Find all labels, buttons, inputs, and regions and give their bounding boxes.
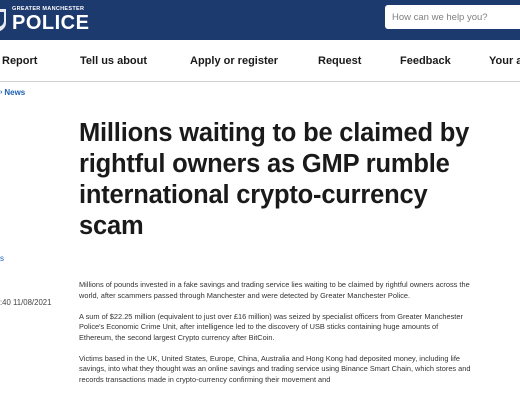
article-paragraph: Millions of pounds invested in a fake sa… (79, 280, 470, 300)
main-nav: Report Tell us about Apply or register R… (0, 40, 520, 82)
article-body: Millions of pounds invested in a fake sa… (79, 280, 474, 396)
nav-item-request[interactable]: Request (318, 55, 361, 67)
nav-item-your-area[interactable]: Your ar (489, 55, 520, 67)
page-title: Millions waiting to be claimed by rightf… (79, 119, 470, 240)
search-box[interactable] (385, 5, 520, 29)
nav-item-report[interactable]: Report (2, 55, 37, 67)
site-header: GREATER MANCHESTER POLICE (0, 0, 520, 40)
gmp-logo[interactable]: GREATER MANCHESTER POLICE (0, 4, 89, 36)
article-paragraph: A sum of $22.25 million (equivalent to j… (79, 311, 463, 342)
nav-item-apply-or-register[interactable]: Apply or register (190, 55, 278, 67)
crest-icon (0, 9, 6, 32)
logo-title: POLICE (12, 12, 90, 35)
breadcrumb-news[interactable]: News (4, 88, 25, 97)
chevron-right-icon: › (0, 89, 3, 96)
publish-date: :40 11/08/2021 (0, 298, 52, 307)
search-input[interactable] (392, 11, 520, 23)
breadcrumb: › News (0, 88, 25, 97)
nav-item-tell-us-about[interactable]: Tell us about (80, 55, 147, 67)
article-paragraph: Victims based in the UK, United States, … (79, 353, 471, 384)
nav-item-feedback[interactable]: Feedback (400, 55, 451, 67)
author-link[interactable]: s (0, 254, 4, 263)
